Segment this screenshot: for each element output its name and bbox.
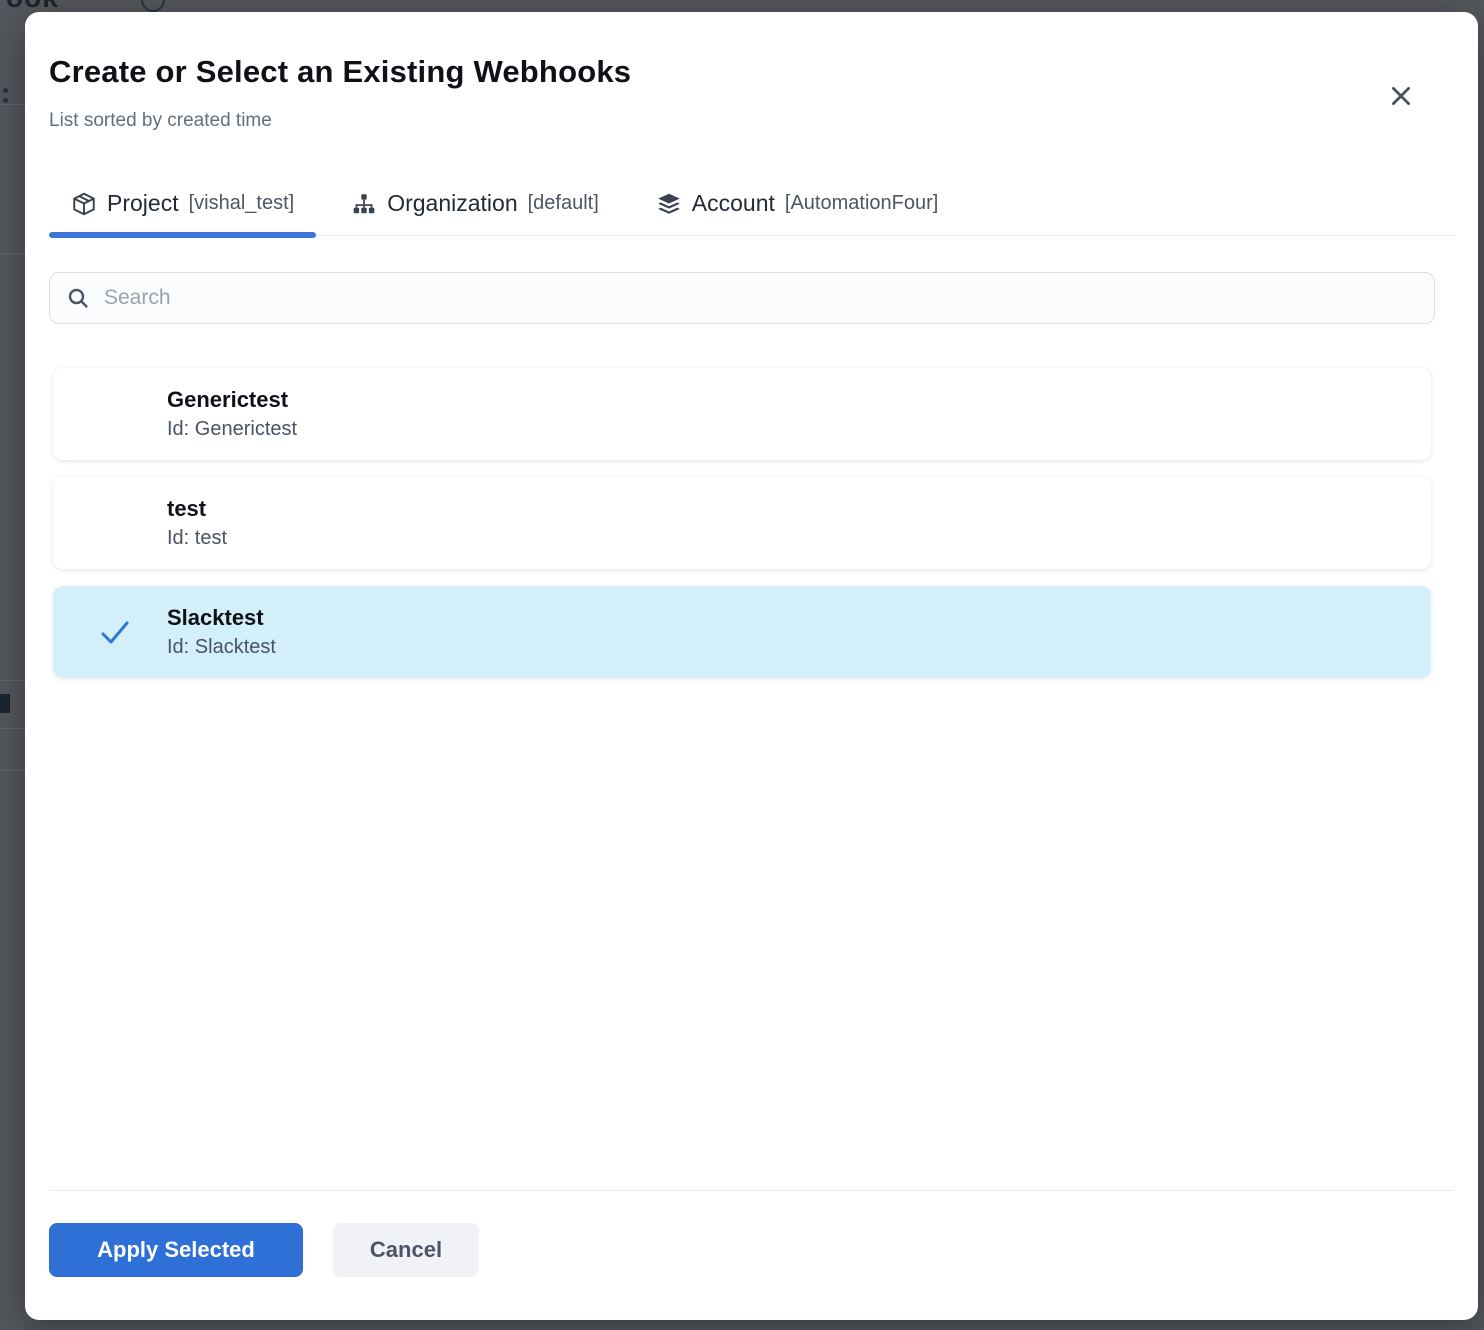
webhook-list: Generictest Id: Generictest test Id: tes… xyxy=(53,368,1431,695)
tab-organization[interactable]: Organization [default] xyxy=(329,190,621,235)
tab-context: [default] xyxy=(528,192,599,215)
tab-account[interactable]: Account [AutomationFour] xyxy=(634,190,961,235)
tab-label: Account xyxy=(692,190,775,217)
item-id: Id: test xyxy=(167,524,227,553)
list-item-slacktest[interactable]: Slacktest Id: Slacktest xyxy=(53,586,1431,678)
search-icon xyxy=(66,286,90,310)
item-text: Slacktest Id: Slacktest xyxy=(167,603,276,662)
background-divider xyxy=(0,253,25,254)
list-item-test[interactable]: test Id: test xyxy=(53,477,1431,569)
apply-selected-button[interactable]: Apply Selected xyxy=(49,1223,303,1277)
modal-subtitle: List sorted by created time xyxy=(49,110,272,132)
cancel-button[interactable]: Cancel xyxy=(333,1223,479,1277)
modal-title: Create or Select an Existing Webhooks xyxy=(49,54,631,90)
layers-icon xyxy=(656,191,682,217)
background-dot xyxy=(3,98,8,103)
item-name: Slacktest xyxy=(167,603,276,633)
footer-divider xyxy=(49,1190,1454,1191)
tab-label: Project xyxy=(107,190,179,217)
close-button[interactable] xyxy=(1383,78,1419,114)
background-divider xyxy=(0,728,25,729)
background-dot xyxy=(3,88,8,93)
search-input[interactable] xyxy=(104,286,1418,310)
tab-context: [AutomationFour] xyxy=(785,192,938,215)
sitemap-icon xyxy=(351,191,377,217)
background-divider xyxy=(0,770,25,771)
item-text: Generictest Id: Generictest xyxy=(167,385,297,444)
item-text: test Id: test xyxy=(167,494,227,553)
close-icon xyxy=(1388,83,1414,109)
item-id: Id: Slacktest xyxy=(167,633,276,662)
tab-context: [vishal_test] xyxy=(189,192,295,215)
info-icon xyxy=(141,0,165,12)
webhook-select-modal: Create or Select an Existing Webhooks Li… xyxy=(25,12,1478,1320)
background-divider xyxy=(0,104,25,105)
scope-tabs: Project [vishal_test] Organization [defa xyxy=(49,170,1454,236)
item-name: Generictest xyxy=(167,385,297,415)
item-name: test xyxy=(167,494,227,524)
background-button-edge xyxy=(0,694,10,713)
item-id: Id: Generictest xyxy=(167,415,297,444)
check-icon xyxy=(97,614,133,650)
search-box xyxy=(49,272,1435,324)
list-item-generictest[interactable]: Generictest Id: Generictest xyxy=(53,368,1431,460)
tab-project[interactable]: Project [vishal_test] xyxy=(49,190,316,235)
tab-label: Organization xyxy=(387,190,517,217)
cube-icon xyxy=(71,191,97,217)
background-divider xyxy=(0,680,25,681)
